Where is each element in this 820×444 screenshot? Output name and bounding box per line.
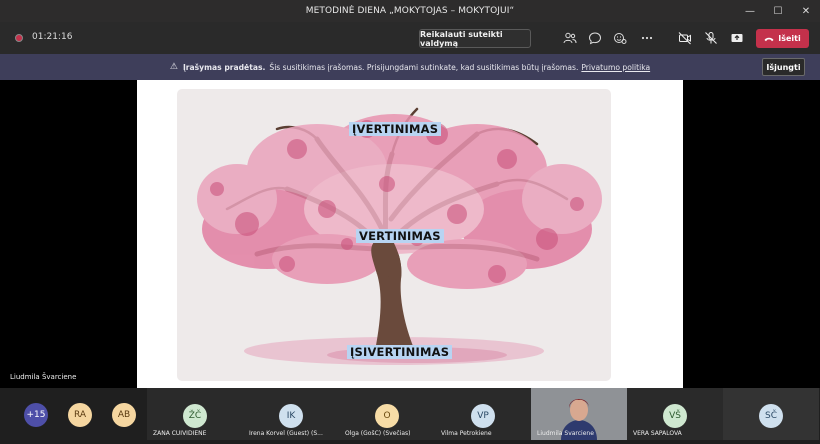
participant-tile[interactable]: VP Vilma Petrokiene	[435, 388, 531, 440]
label-ivertinimas: ĮVERTINIMAS	[349, 122, 442, 136]
window-titlebar: METODINĖ DIENA „MOKYTOJAS – MOKYTOJUI“ —…	[0, 0, 820, 22]
leave-label: Išeiti	[778, 34, 801, 43]
privacy-policy-link[interactable]: Privatumo politika	[581, 63, 650, 72]
close-icon[interactable]: ✕	[792, 0, 820, 22]
participant-name: Olga (GošĆ) (Svečias)	[345, 430, 411, 437]
participant-name: Irena Korvel (Guest) (S...	[249, 430, 323, 437]
participant-avatar: SČ	[759, 404, 783, 428]
camera-off-icon[interactable]	[678, 31, 692, 45]
cherry-tree-painting: ĮVERTINIMAS VERTINIMAS ĮSIVERTINIMAS	[177, 89, 611, 381]
participant-name: Vilma Petrokiene	[441, 430, 492, 437]
meeting-toolbar: 01:21:16 Reikalauti suteikti valdymą Iše…	[0, 22, 820, 54]
window-title: METODINĖ DIENA „MOKYTOJAS – MOKYTOJUI“	[305, 6, 515, 16]
minimize-icon[interactable]: —	[736, 0, 764, 22]
people-icon[interactable]	[563, 31, 577, 45]
participant-tile[interactable]: ŽČ ŽANA ČUIVIDIENE	[147, 388, 243, 440]
recording-banner: ⚠ Įrašymas pradėtas. Šis susitikimas įra…	[0, 54, 820, 80]
participant-strip: +15 RA AB ŽČ ŽANA ČUIVIDIENE IK Irena Ko…	[0, 388, 820, 440]
participant-video-tile[interactable]: Liudmila Švarciene	[531, 388, 627, 440]
participant-avatar: IK	[279, 404, 303, 428]
participant-tile[interactable]: O Olga (GošĆ) (Svečias)	[339, 388, 435, 440]
participant-avatar: VP	[471, 404, 495, 428]
meeting-timer: 01:21:16	[32, 32, 73, 42]
microphone-muted-icon[interactable]	[704, 31, 718, 45]
request-control-button[interactable]: Reikalauti suteikti valdymą	[419, 29, 531, 48]
reactions-icon[interactable]	[613, 31, 627, 45]
window-controls: — ☐ ✕	[736, 0, 820, 22]
participant-tile[interactable]: IK Irena Korvel (Guest) (S...	[243, 388, 339, 440]
participant-avatar: O	[375, 404, 399, 428]
banner-title: Įrašymas pradėtas.	[182, 62, 266, 72]
maximize-icon[interactable]: ☐	[764, 0, 792, 22]
dismiss-banner-button[interactable]: Išjungti	[762, 58, 805, 76]
participant-name: Liudmila Švarciene	[537, 430, 594, 437]
overflow-participants-badge[interactable]: +15	[24, 403, 48, 427]
share-screen-icon[interactable]	[730, 31, 744, 45]
leave-button[interactable]: Išeiti	[756, 29, 809, 48]
label-isivertinimas: ĮSIVERTINIMAS	[347, 345, 453, 359]
presenter-name: Liudmila Švarciene	[10, 373, 77, 381]
label-vertinimas: VERTINIMAS	[356, 229, 444, 243]
participant-avatar: ŽČ	[183, 404, 207, 428]
participant-avatar: VŠ	[663, 404, 687, 428]
participant-name: ŽANA ČUIVIDIENE	[153, 430, 207, 437]
warning-icon: ⚠	[169, 62, 178, 72]
recording-indicator-icon	[15, 34, 23, 42]
participant-tile[interactable]: VŠ VERA ŠAPALOVA	[627, 388, 723, 440]
hang-up-icon	[764, 37, 774, 41]
chat-icon[interactable]	[588, 31, 602, 45]
participant-avatar[interactable]: RA	[68, 403, 92, 427]
banner-message: Šis susitikimas įrašomas. Prisijungdami …	[269, 62, 579, 72]
participant-avatar[interactable]: AB	[112, 403, 136, 427]
participant-name: VERA ŠAPALOVA	[633, 430, 682, 437]
more-options-icon[interactable]	[640, 31, 654, 45]
participant-tile[interactable]: SČ	[723, 388, 819, 440]
